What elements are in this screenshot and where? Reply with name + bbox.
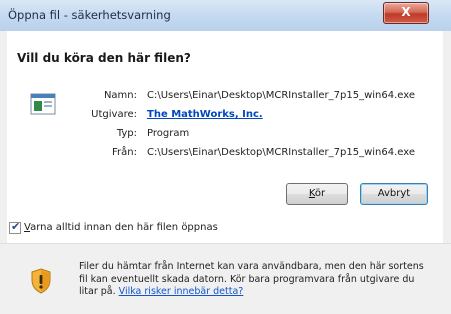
title-bar[interactable]: Öppna fil - säkerhetsvarning X [0, 0, 451, 31]
close-button[interactable]: X [383, 2, 429, 24]
checkmark-icon: ✔ [11, 220, 21, 233]
footer-warning-text: Filer du hämtar från Internet kan vara a… [79, 261, 434, 299]
type-value: Program [147, 128, 190, 139]
dialog-question: Vill du köra den här filen? [17, 51, 191, 65]
from-label: Från: [112, 147, 137, 158]
always-warn-label[interactable]: Varna alltid innan den här filen öppnas [24, 222, 218, 233]
security-warning-dialog: Öppna fil - säkerhetsvarning X Vill du k… [0, 0, 451, 314]
footer-divider [0, 243, 451, 244]
close-icon: X [401, 5, 411, 19]
publisher-link[interactable]: The MathWorks, Inc. [147, 109, 263, 120]
name-label: Namn: [103, 90, 137, 101]
type-label: Typ: [116, 128, 137, 139]
always-warn-checkbox[interactable]: ✔ [9, 220, 21, 234]
run-label: ör [314, 188, 326, 199]
window-title: Öppna fil - säkerhetsvarning [8, 8, 171, 22]
cancel-button[interactable]: Avbryt [360, 183, 428, 205]
content-panel: Vill du köra den här filen? Namn: C:\Use… [7, 31, 443, 243]
run-button[interactable]: Kör [286, 183, 348, 205]
publisher-label: Utgivare: [91, 109, 137, 120]
always-warn-text: arna alltid innan den här filen öppnas [30, 222, 218, 233]
risks-link[interactable]: Vilka risker innebär detta? [119, 286, 244, 297]
cancel-label: Avbryt [377, 188, 411, 199]
from-value: C:\Users\Einar\Desktop\MCRInstaller_7p15… [147, 147, 416, 158]
shield-warning-icon [31, 268, 51, 294]
name-value: C:\Users\Einar\Desktop\MCRInstaller_7p15… [147, 90, 416, 101]
